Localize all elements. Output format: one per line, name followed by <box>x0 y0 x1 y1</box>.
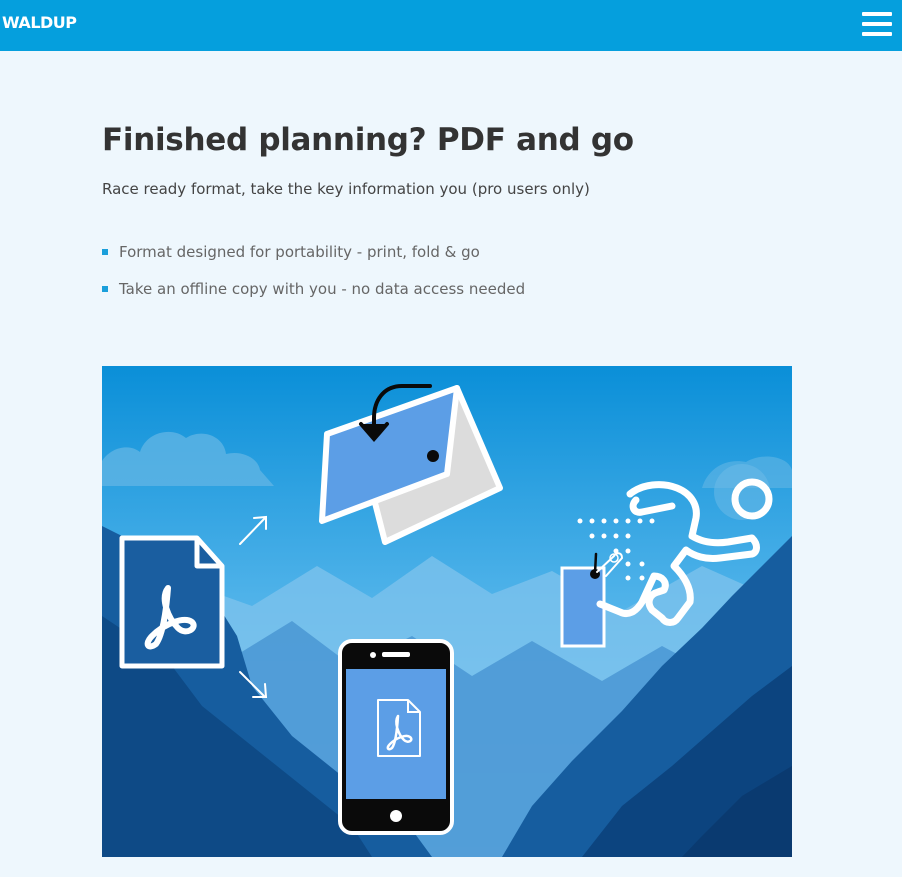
feature-item: Take an offline copy with you - no data … <box>102 279 525 299</box>
menu-line <box>862 32 892 36</box>
hamburger-menu-icon[interactable] <box>860 10 894 38</box>
feature-item: Format designed for portability - print,… <box>102 242 525 262</box>
feature-list: Format designed for portability - print,… <box>102 242 525 316</box>
pdf-illustration <box>102 366 792 857</box>
bullet-icon <box>102 286 108 292</box>
waldup-logo[interactable]: WALDUP <box>2 13 77 33</box>
menu-line <box>862 22 892 26</box>
bullet-icon <box>102 249 108 255</box>
pdf-document-icon <box>119 535 225 669</box>
menu-line <box>862 12 892 16</box>
smartphone-pdf-icon <box>338 639 454 835</box>
feature-text: Format designed for portability - print,… <box>119 243 480 261</box>
page-subtitle: Race ready format, take the key informat… <box>102 180 590 198</box>
top-navigation-bar: WALDUP <box>0 0 902 51</box>
page-title: Finished planning? PDF and go <box>102 122 634 158</box>
feature-text: Take an offline copy with you - no data … <box>119 280 526 298</box>
